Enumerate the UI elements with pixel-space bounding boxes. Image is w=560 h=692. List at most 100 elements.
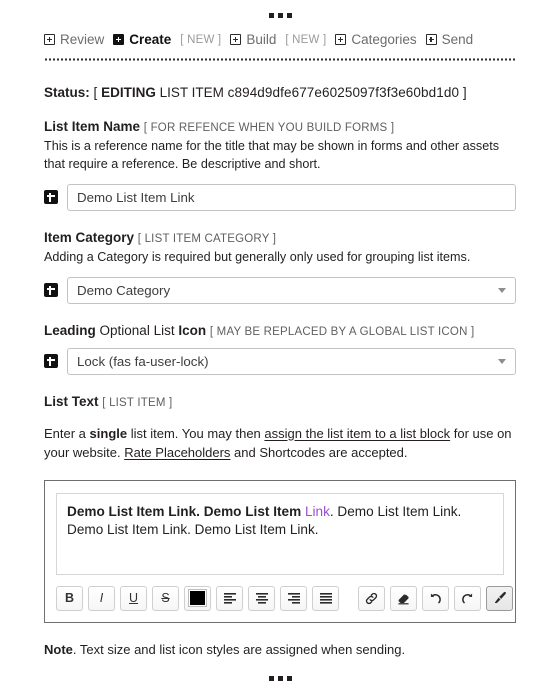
leading-icon-select[interactable]: Lock (fas fa-user-lock) bbox=[67, 347, 516, 375]
ellipsis-dot bbox=[268, 675, 274, 681]
list-item-name-row: Demo List Item Link bbox=[44, 183, 516, 211]
ellipsis-dot bbox=[277, 675, 283, 681]
leading-icon-label-regular: Optional List bbox=[99, 322, 175, 338]
nav-item-label: Send bbox=[441, 32, 474, 47]
rate-placeholders-link[interactable]: Rate Placeholders bbox=[124, 445, 230, 460]
color-swatch-icon bbox=[188, 589, 207, 608]
list-text-label-row: List Text [ LIST ITEM ] bbox=[44, 394, 516, 409]
chevron-down-icon bbox=[498, 359, 506, 365]
list-text-bold-single: single bbox=[89, 425, 128, 441]
italic-icon: I bbox=[99, 591, 104, 606]
ellipsis-dot bbox=[286, 13, 292, 18]
create-list-item-page: Review Create [ NEW ] Build [ NEW ] Cate… bbox=[0, 0, 560, 692]
nav-item-categories[interactable]: Categories bbox=[335, 32, 417, 47]
ellipsis-dot bbox=[286, 675, 292, 681]
dotted-divider bbox=[44, 58, 516, 61]
align-left-icon bbox=[223, 593, 236, 604]
ellipsis-dot bbox=[277, 13, 283, 18]
align-right-button[interactable] bbox=[280, 585, 307, 611]
item-category-hint: [ LIST ITEM CATEGORY ] bbox=[137, 232, 277, 245]
note-line: Note. Text size and list icon styles are… bbox=[44, 642, 516, 657]
nav-item-label: Categories bbox=[351, 32, 417, 47]
item-category-select[interactable]: Demo Category bbox=[67, 276, 516, 304]
underline-icon: U bbox=[128, 591, 139, 606]
top-ellipsis-divider bbox=[44, 0, 516, 30]
redo-button[interactable] bbox=[454, 585, 481, 611]
list-item-name-input[interactable]: Demo List Item Link bbox=[67, 183, 516, 211]
align-right-icon bbox=[287, 593, 300, 604]
status-line: Status: [ EDITING LIST ITEM c894d9dfe677… bbox=[44, 85, 516, 100]
status-label: Status: bbox=[44, 85, 90, 100]
italic-button[interactable]: I bbox=[88, 585, 115, 611]
nav-item-send[interactable]: Send bbox=[425, 32, 474, 47]
editor-toolbar: B I U S bbox=[56, 585, 513, 611]
status-close-bracket: ] bbox=[462, 85, 467, 100]
editor-link-text[interactable]: Link bbox=[305, 504, 330, 519]
plus-square-filled-icon[interactable] bbox=[44, 283, 58, 298]
list-item-name-label: List Item Name bbox=[44, 119, 141, 134]
align-justify-button[interactable] bbox=[312, 585, 339, 611]
plus-square-icon bbox=[335, 34, 347, 45]
bold-button[interactable]: B bbox=[56, 585, 83, 611]
leading-icon-label-bold-2: Icon bbox=[178, 322, 207, 338]
bottom-ellipsis-divider bbox=[44, 657, 516, 691]
leading-icon-row: Lock (fas fa-user-lock) bbox=[44, 347, 516, 375]
text-color-button[interactable] bbox=[184, 585, 211, 611]
undo-button[interactable] bbox=[422, 585, 449, 611]
list-item-name-hint: [ FOR REFENCE WHEN YOU BUILD FORMS ] bbox=[143, 122, 395, 134]
bold-icon: B bbox=[64, 591, 75, 606]
list-text-part-4: and Shortcodes are accepted. bbox=[230, 445, 408, 461]
leading-icon-label-row: Leading Optional List Icon [ MAY BE REPL… bbox=[44, 323, 516, 338]
plus-square-filled-icon[interactable] bbox=[44, 354, 58, 369]
status-entity: LIST ITEM bbox=[159, 85, 224, 100]
plus-square-filled-icon[interactable] bbox=[44, 190, 58, 205]
eraser-icon bbox=[398, 593, 409, 605]
paintbrush-button[interactable] bbox=[486, 585, 513, 611]
ellipsis-dot bbox=[268, 13, 274, 18]
link-icon bbox=[365, 592, 378, 604]
paintbrush-icon bbox=[494, 591, 506, 604]
list-text-label: List Text bbox=[44, 393, 99, 409]
section-nav: Review Create [ NEW ] Build [ NEW ] Cate… bbox=[44, 30, 516, 47]
plus-square-icon bbox=[230, 34, 242, 45]
plus-square-icon bbox=[425, 34, 437, 45]
rich-text-editor: Demo List Item Link. Demo List Item Link… bbox=[44, 479, 516, 623]
chevron-down-icon bbox=[498, 288, 506, 294]
list-item-name-description: This is a reference name for the title t… bbox=[44, 139, 499, 171]
undo-icon bbox=[430, 593, 441, 603]
item-category-label: Item Category bbox=[44, 229, 135, 245]
plus-square-icon bbox=[44, 34, 55, 45]
editor-content-area[interactable]: Demo List Item Link. Demo List Item Link… bbox=[56, 492, 504, 575]
redo-icon bbox=[462, 593, 473, 603]
item-category-row: Demo Category bbox=[44, 276, 516, 304]
leading-icon-hint: [ MAY BE REPLACED BY A GLOBAL LIST ICON … bbox=[209, 325, 475, 338]
nav-item-label: Create bbox=[129, 32, 172, 47]
assign-list-block-link[interactable]: assign the list item to a list block bbox=[264, 426, 450, 441]
align-center-button[interactable] bbox=[248, 585, 275, 611]
list-text-part-2: list item. You may then bbox=[127, 425, 265, 441]
list-text-description: Enter a single list item. You may then a… bbox=[44, 424, 516, 463]
list-text-part-1: Enter a bbox=[44, 425, 90, 441]
plus-square-filled-icon bbox=[113, 34, 125, 45]
nav-badge-create: [ NEW ] bbox=[180, 33, 222, 46]
status-open-bracket: [ bbox=[93, 85, 98, 100]
nav-item-build[interactable]: Build bbox=[230, 32, 276, 47]
eraser-button[interactable] bbox=[390, 585, 417, 611]
underline-button[interactable]: U bbox=[120, 585, 147, 611]
strikethrough-button[interactable]: S bbox=[152, 585, 179, 611]
nav-badge-build: [ NEW ] bbox=[285, 33, 327, 46]
leading-icon-value: Lock (fas fa-user-lock) bbox=[77, 353, 209, 369]
status-id: c894d9dfe677e6025097f3f3e60bd1d0 bbox=[227, 85, 460, 100]
status-state: EDITING bbox=[101, 85, 156, 100]
align-left-button[interactable] bbox=[216, 585, 243, 611]
note-text: . Text size and list icon styles are ass… bbox=[72, 641, 406, 657]
item-category-description: Adding a Category is required but genera… bbox=[44, 249, 471, 264]
item-category-label-row: Item Category [ LIST ITEM CATEGORY ] bbox=[44, 230, 516, 245]
nav-item-create[interactable]: Create bbox=[113, 32, 171, 47]
nav-item-review[interactable]: Review bbox=[44, 32, 104, 47]
list-item-name-label-row: List Item Name [ FOR REFENCE WHEN YOU BU… bbox=[44, 119, 516, 134]
editor-bold-text: Demo List Item Link. Demo List Item bbox=[67, 503, 302, 519]
align-center-icon bbox=[255, 593, 268, 604]
insert-link-button[interactable] bbox=[358, 585, 385, 611]
strikethrough-icon: S bbox=[161, 591, 170, 606]
